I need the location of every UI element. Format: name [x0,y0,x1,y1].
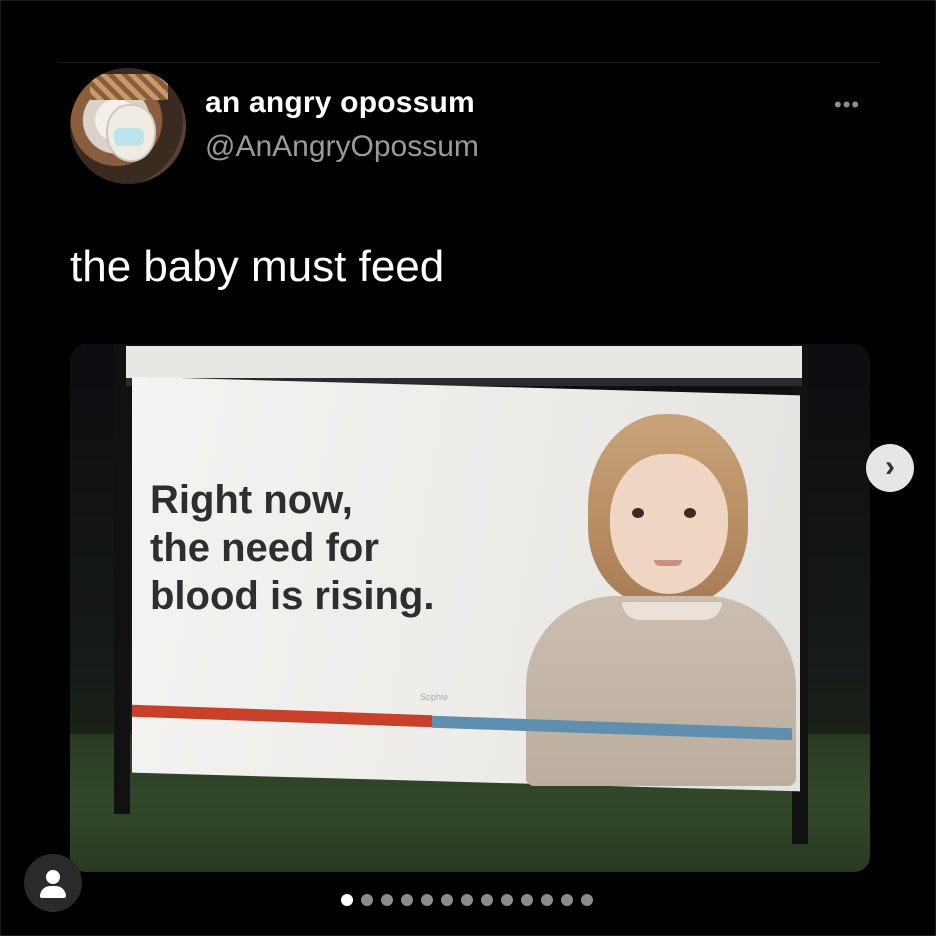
billboard-line: the need for [150,526,379,570]
carousel-dot[interactable] [501,894,513,906]
carousel-dot[interactable] [561,894,573,906]
avatar-hat [90,74,168,100]
carousel-dot[interactable] [401,894,413,906]
child-face [610,454,728,594]
billboard-line: blood is rising. [150,574,435,618]
carousel-dot[interactable] [541,894,553,906]
top-divider [58,62,880,63]
display-name[interactable]: an angry opossum [205,86,475,120]
carousel-dot[interactable] [341,894,353,906]
avatar-mask [114,128,144,146]
sign-post-left [114,344,130,814]
carousel-dot[interactable] [461,894,473,906]
chevron-right-icon[interactable]: › [866,444,914,492]
carousel-dot[interactable] [381,894,393,906]
carousel-dots [341,892,593,908]
billboard-fineprint: Sophie [420,692,449,702]
carousel-dot[interactable] [441,894,453,906]
user-icon[interactable] [24,854,82,912]
child-eye [632,508,644,518]
user-icon-head [46,870,60,884]
carousel-dot[interactable] [521,894,533,906]
tweet-text: the baby must feed [70,242,445,291]
carousel-dot[interactable] [481,894,493,906]
child-collar [622,602,722,620]
carousel-dot[interactable] [361,894,373,906]
child-mouth [654,560,682,566]
handle[interactable]: @AnAngryOpossum [205,130,479,164]
ellipsis-icon[interactable]: ••• [834,92,860,118]
user-icon-body [40,886,66,898]
child-eye [684,508,696,518]
child-sweater [526,596,796,786]
billboard-line: Right now, [150,478,353,522]
post-image[interactable]: Right now, the need for blood is rising.… [70,344,870,872]
carousel-dot[interactable] [581,894,593,906]
carousel-dot[interactable] [421,894,433,906]
billboard-text: Right now, the need for blood is rising. [150,476,530,620]
avatar[interactable] [70,68,186,184]
